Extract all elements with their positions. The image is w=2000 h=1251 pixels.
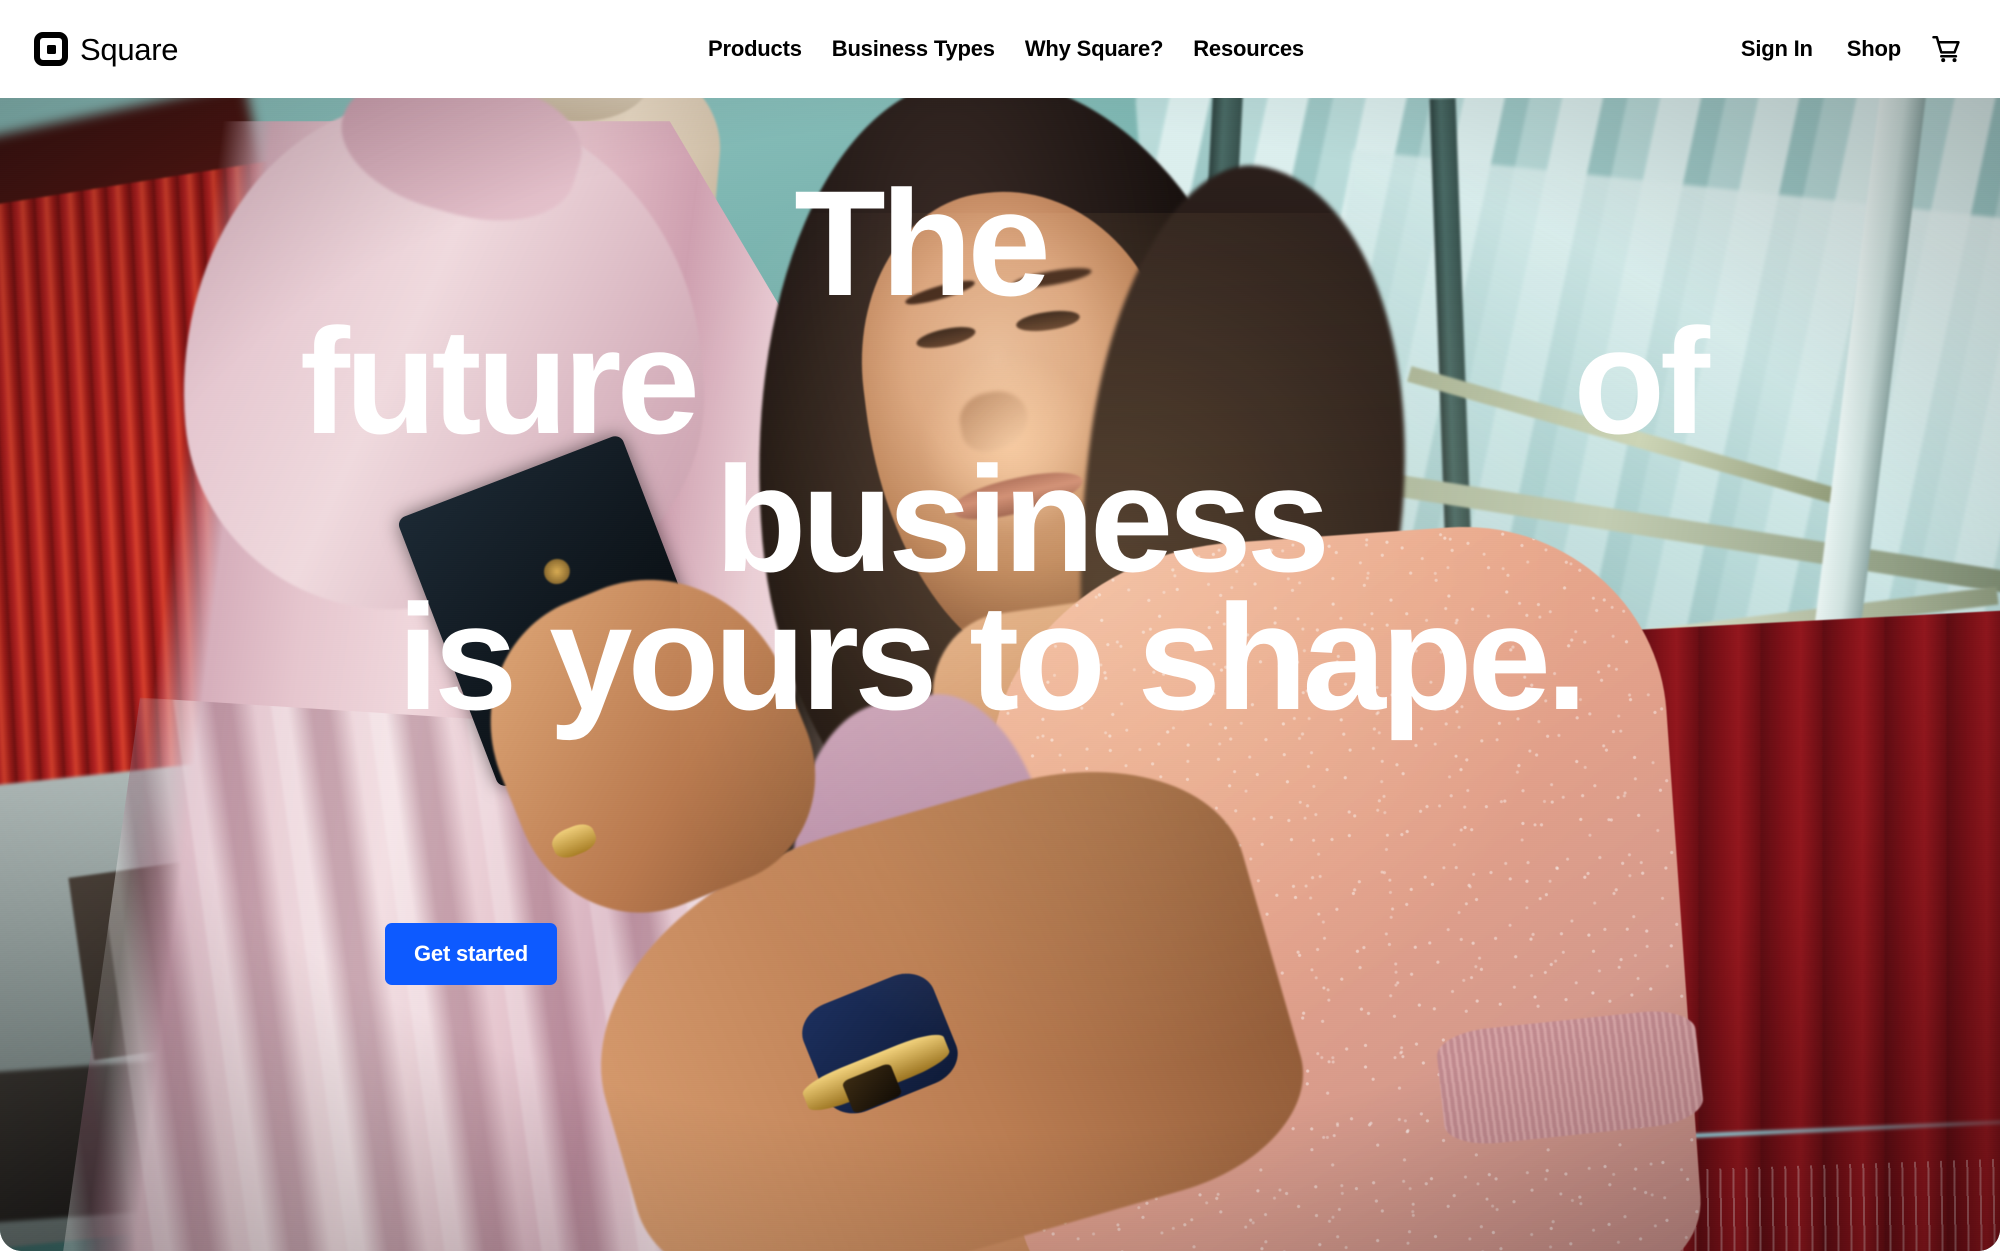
headline-line-4: is yours to shape. <box>397 573 1587 741</box>
site-header: Square Products Business Types Why Squar… <box>0 0 2000 98</box>
hero-section: The future of business is yours to shape… <box>0 98 2000 1251</box>
nav-products[interactable]: Products <box>693 36 817 62</box>
headline-line-3: business <box>714 435 1330 603</box>
headline-word-of: of <box>1573 297 1710 465</box>
shopping-cart-icon <box>1932 35 1960 63</box>
square-logo-icon <box>34 32 68 66</box>
square-logo[interactable]: Square <box>34 32 178 66</box>
nav-resources[interactable]: Resources <box>1178 36 1319 62</box>
shop-link[interactable]: Shop <box>1830 36 1918 62</box>
headline-line-1: The <box>794 159 1051 327</box>
nav-why-square[interactable]: Why Square? <box>1010 36 1178 62</box>
primary-navigation: Products Business Types Why Square? Reso… <box>693 36 1319 62</box>
get-started-button[interactable]: Get started <box>385 923 557 985</box>
nav-business-types[interactable]: Business Types <box>817 36 1010 62</box>
sign-in-link[interactable]: Sign In <box>1724 36 1830 62</box>
headline-line-2: future of <box>0 297 2000 465</box>
headline-word-future: future <box>300 297 700 465</box>
brand-name: Square <box>80 31 179 67</box>
cart-button[interactable] <box>1924 26 1970 72</box>
utility-navigation: Sign In Shop <box>1724 26 1970 72</box>
hero-content: The future of business is yours to shape… <box>0 98 2000 1251</box>
hero-headline: The future of business is yours to shape… <box>0 159 2000 741</box>
